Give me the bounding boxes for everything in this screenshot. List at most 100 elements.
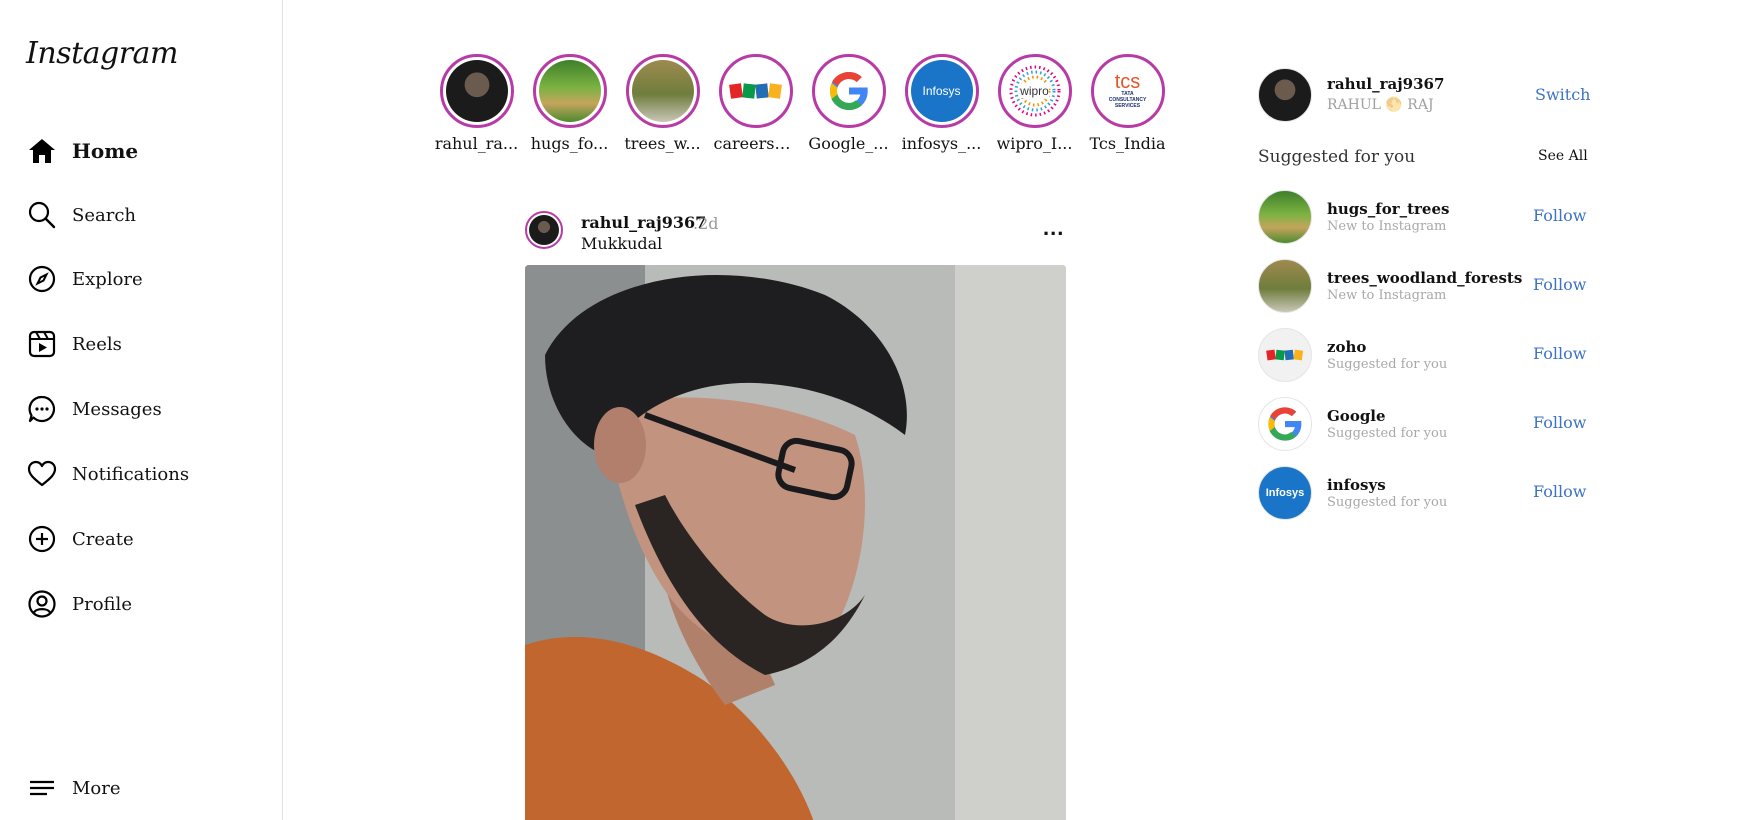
follow-button[interactable]: Follow — [1533, 206, 1586, 225]
story-label: hugs_fo... — [530, 134, 609, 153]
suggestion-row: Google Suggested for you Follow — [1258, 397, 1588, 451]
sidebar: Instagram Home Search Explore Reels Mess… — [0, 0, 283, 820]
wipro-wordmark: wipro — [1020, 84, 1049, 98]
follow-button[interactable]: Follow — [1533, 482, 1586, 501]
avatar — [529, 215, 559, 245]
avatar[interactable] — [1258, 397, 1312, 451]
sidebar-item-explore[interactable]: Explore — [26, 259, 143, 299]
suggestion-row: Infosys infosys Suggested for you Follow — [1258, 466, 1588, 520]
story-ring — [625, 54, 700, 128]
story-ring: Infosys — [904, 54, 979, 128]
plus-circle-icon — [26, 523, 58, 555]
tcs-wordmark: tcs — [1114, 71, 1141, 93]
story-label: wipro_I... — [996, 134, 1073, 153]
suggested-title: Suggested for you — [1258, 147, 1416, 167]
avatar[interactable] — [1258, 68, 1312, 122]
story-item[interactable]: Infosys infosys_... — [895, 54, 988, 153]
story-label: careers_... — [713, 134, 798, 153]
avatar[interactable]: Infosys — [1258, 466, 1312, 520]
follow-button[interactable]: Follow — [1533, 275, 1586, 294]
story-ring — [439, 54, 514, 128]
story-item[interactable]: careers_... — [709, 54, 802, 153]
sidebar-item-label: Home — [72, 139, 139, 163]
messages-icon — [26, 393, 58, 425]
post-time: .2d — [693, 214, 719, 233]
avatar[interactable] — [1258, 259, 1312, 313]
zoho-logo-icon — [1266, 349, 1304, 361]
avatar[interactable] — [1258, 190, 1312, 244]
suggestion-subtitle: Suggested for you — [1327, 357, 1448, 372]
story-item[interactable]: wipro wipro_I... — [988, 54, 1081, 153]
google-g-icon — [1268, 407, 1303, 441]
post-photo-illustration — [525, 265, 1066, 820]
suggestion-username[interactable]: hugs_for_trees — [1327, 200, 1449, 218]
suggestion-row: trees_woodland_forests New to Instagram … — [1258, 259, 1588, 313]
infosys-logo: Infosys — [910, 60, 973, 122]
post-header: rahul_raj9367 .2d Mukkudal ... — [525, 211, 1065, 255]
follow-button[interactable]: Follow — [1533, 413, 1586, 432]
story-label: Tcs_India — [1089, 134, 1166, 153]
post-username[interactable]: rahul_raj9367 — [581, 213, 706, 232]
current-username[interactable]: rahul_raj9367 — [1327, 75, 1444, 93]
story-ring: wipro — [997, 54, 1072, 128]
suggestion-username[interactable]: Google — [1327, 407, 1386, 425]
profile-icon — [26, 588, 58, 620]
follow-button[interactable]: Follow — [1533, 344, 1586, 363]
story-ring — [718, 54, 793, 128]
menu-icon — [26, 772, 58, 804]
sidebar-item-label: Reels — [72, 333, 122, 355]
post-image[interactable] — [525, 265, 1066, 820]
compass-icon — [26, 263, 58, 295]
post-location[interactable]: Mukkudal — [581, 234, 662, 253]
suggestion-subtitle: Suggested for you — [1327, 495, 1448, 510]
story-label: Google_... — [808, 134, 889, 153]
current-user-card: rahul_raj9367 RAHUL 🌕 RAJ Switch — [1258, 68, 1590, 122]
current-display-name: RAHUL 🌕 RAJ — [1327, 97, 1434, 113]
avatar[interactable] — [1258, 328, 1312, 382]
sidebar-item-messages[interactable]: Messages — [26, 389, 162, 429]
sidebar-item-label: More — [72, 777, 121, 799]
story-item[interactable]: tcs TATA CONSULTANCY SERVICES Tcs_India — [1081, 54, 1174, 153]
story-ring: tcs TATA CONSULTANCY SERVICES — [1090, 54, 1165, 128]
story-item[interactable]: Google_... — [802, 54, 895, 153]
switch-account-button[interactable]: Switch — [1535, 85, 1590, 104]
suggestion-username[interactable]: infosys — [1327, 476, 1386, 494]
story-item[interactable]: trees_w... — [616, 54, 709, 153]
sidebar-item-home[interactable]: Home — [26, 131, 138, 171]
zoho-logo-icon — [728, 83, 782, 99]
suggestion-row: zoho Suggested for you Follow — [1258, 328, 1588, 382]
story-ring — [811, 54, 886, 128]
sidebar-item-reels[interactable]: Reels — [26, 324, 122, 364]
sidebar-item-search[interactable]: Search — [26, 195, 136, 235]
tcs-subtitle: TATA CONSULTANCY SERVICES — [1108, 91, 1147, 109]
suggestion-username[interactable]: zoho — [1327, 338, 1366, 356]
suggestion-username[interactable]: trees_woodland_forests — [1327, 269, 1522, 287]
suggestion-row: hugs_for_trees New to Instagram Follow — [1258, 190, 1588, 244]
sidebar-item-label: Notifications — [72, 463, 190, 485]
sidebar-item-label: Messages — [72, 398, 162, 420]
sidebar-item-profile[interactable]: Profile — [26, 584, 132, 624]
story-label: infosys_... — [901, 134, 982, 153]
reels-icon — [26, 328, 58, 360]
heart-icon — [26, 458, 58, 490]
story-label: rahul_ra... — [434, 134, 519, 153]
story-avatar — [445, 60, 508, 122]
stories-bar: rahul_ra... hugs_fo... trees_w... career… — [430, 54, 1174, 153]
story-item[interactable]: hugs_fo... — [523, 54, 616, 153]
story-ring — [532, 54, 607, 128]
more-options-icon[interactable]: ... — [1043, 215, 1064, 241]
search-icon — [26, 199, 58, 231]
sidebar-item-label: Profile — [72, 593, 132, 615]
story-item[interactable]: rahul_ra... — [430, 54, 523, 153]
suggestion-subtitle: Suggested for you — [1327, 426, 1448, 441]
story-label: trees_w... — [624, 134, 701, 153]
post-avatar[interactable] — [525, 211, 563, 249]
see-all-link[interactable]: See All — [1538, 148, 1588, 164]
instagram-logo[interactable]: Instagram — [26, 36, 178, 71]
suggestion-subtitle: New to Instagram — [1327, 288, 1447, 303]
story-avatar — [538, 60, 601, 122]
sidebar-item-notifications[interactable]: Notifications — [26, 454, 189, 494]
sidebar-item-create[interactable]: Create — [26, 519, 134, 559]
sidebar-item-more[interactable]: More — [26, 768, 121, 808]
home-icon — [26, 135, 58, 167]
